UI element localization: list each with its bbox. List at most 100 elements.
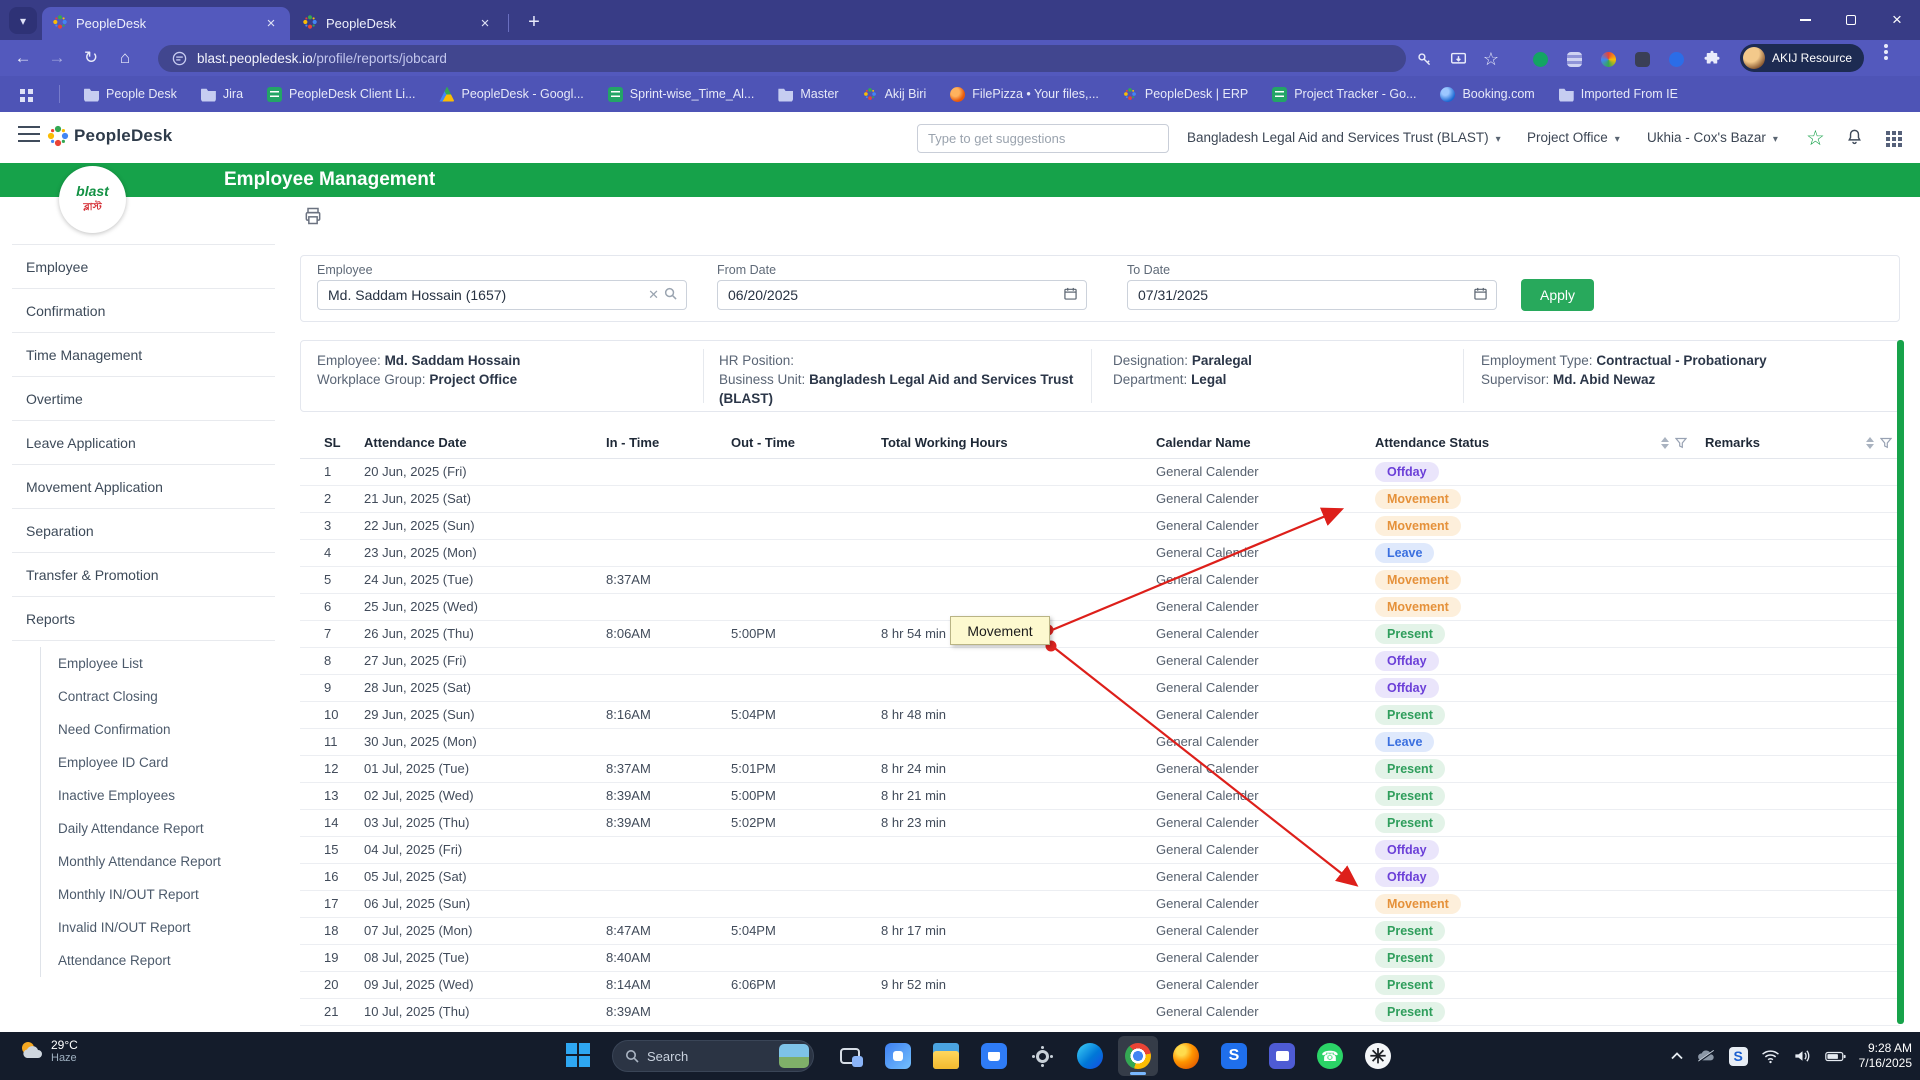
browser-tab-1[interactable]: PeopleDesk × [42, 7, 290, 40]
bookmark-item[interactable]: PeopleDesk Client Li... [267, 87, 415, 102]
bookmark-item[interactable]: People Desk [84, 87, 177, 102]
search-icon[interactable] [664, 287, 677, 303]
bookmark-item[interactable]: Master [778, 87, 838, 102]
sidebar-subitem-employee-list[interactable]: Employee List [41, 647, 275, 680]
sidebar-item-time-management[interactable]: Time Management [12, 333, 275, 377]
bookmark-item[interactable]: PeopleDesk - Googl... [439, 87, 583, 102]
tab-close-icon[interactable]: × [476, 15, 494, 33]
sidebar-subitem-inactive-employees[interactable]: Inactive Employees [41, 779, 275, 812]
file-explorer-icon[interactable] [926, 1036, 966, 1076]
extension-icon[interactable] [1562, 47, 1586, 71]
whatsapp-icon[interactable]: ☎ [1310, 1036, 1350, 1076]
search-highlight-image[interactable] [779, 1044, 809, 1068]
edge-icon[interactable] [1070, 1036, 1110, 1076]
sidebar-item-separation[interactable]: Separation [12, 509, 275, 553]
clear-icon[interactable]: ✕ [648, 287, 659, 303]
sidebar-item-leave-application[interactable]: Leave Application [12, 421, 275, 465]
bookmark-item[interactable]: Akij Biri [863, 87, 927, 102]
favorites-star-icon[interactable]: ☆ [1806, 126, 1825, 151]
sort-icon[interactable] [1661, 437, 1669, 449]
window-maximize-button[interactable] [1828, 0, 1874, 40]
apps-grid-icon[interactable] [20, 89, 25, 94]
back-icon[interactable]: ← [6, 48, 40, 68]
address-bar[interactable]: blast.peopledesk.io/profile/reports/jobc… [158, 45, 1406, 72]
sidebar-subitem-daily-attendance-report[interactable]: Daily Attendance Report [41, 812, 275, 845]
notifications-bell-icon[interactable] [1845, 128, 1864, 152]
password-key-icon[interactable] [1412, 47, 1436, 71]
sidebar-item-transfer-promotion[interactable]: Transfer & Promotion [12, 553, 275, 597]
bookmark-item[interactable]: Project Tracker - Go... [1272, 87, 1416, 102]
chatgpt-icon[interactable]: ✳ [1358, 1036, 1398, 1076]
widgets-icon[interactable] [878, 1036, 918, 1076]
sidebar-subitem-monthly-attendance-report[interactable]: Monthly Attendance Report [41, 845, 275, 878]
new-tab-button[interactable]: + [520, 9, 548, 37]
bookmark-item[interactable]: FilePizza • Your files,... [950, 87, 1099, 102]
suggestions-search-input[interactable] [917, 124, 1169, 153]
sort-icon[interactable] [1866, 437, 1874, 449]
extension-icon[interactable] [1528, 47, 1552, 71]
extensions-puzzle-icon[interactable] [1700, 47, 1724, 71]
sidebar-subitem-monthly-in-out-report[interactable]: Monthly IN/OUT Report [41, 878, 275, 911]
bookmark-item[interactable]: PeopleDesk | ERP [1123, 87, 1248, 102]
browser-menu-kebab-icon[interactable] [1884, 50, 1888, 54]
window-minimize-button[interactable] [1782, 0, 1828, 40]
taskbar-search[interactable]: Search [612, 1040, 814, 1072]
task-view-icon[interactable] [830, 1036, 870, 1076]
extension-icon[interactable] [1664, 47, 1688, 71]
apply-button[interactable]: Apply [1521, 279, 1594, 311]
hamburger-menu-icon[interactable] [18, 133, 40, 135]
window-close-button[interactable]: × [1874, 0, 1920, 40]
sidebar-item-confirmation[interactable]: Confirmation [12, 289, 275, 333]
home-icon[interactable]: ⌂ [108, 48, 142, 68]
browser-profile-button[interactable]: AKIJ Resource [1740, 44, 1864, 72]
extension-icon[interactable] [1596, 47, 1620, 71]
bookmark-star-icon[interactable]: ☆ [1479, 47, 1503, 71]
sidebar-subitem-invalid-in-out-report[interactable]: Invalid IN/OUT Report [41, 911, 275, 944]
location-dropdown[interactable]: Ukhia - Cox's Bazar▾ [1647, 130, 1778, 145]
bookmark-item[interactable]: Sprint-wise_Time_Al... [608, 87, 755, 102]
install-app-icon[interactable] [1446, 47, 1470, 71]
sidebar-subitem-need-confirmation[interactable]: Need Confirmation [41, 713, 275, 746]
from-date-input[interactable] [717, 280, 1087, 310]
sidebar-item-reports[interactable]: Reports [12, 597, 275, 641]
forward-icon[interactable]: → [40, 48, 74, 68]
bookmark-item[interactable]: Jira [201, 87, 243, 102]
s-app-tray-icon[interactable]: S [1729, 1047, 1748, 1066]
sidebar-item-movement-application[interactable]: Movement Application [12, 465, 275, 509]
filter-funnel-icon[interactable] [1675, 437, 1687, 449]
volume-icon[interactable] [1793, 1048, 1812, 1064]
taskbar-clock[interactable]: 9:28 AM 7/16/2025 [1859, 1041, 1912, 1071]
microsoft-store-icon[interactable] [974, 1036, 1014, 1076]
tab-search-button[interactable]: ▾ [9, 7, 37, 34]
to-date-input[interactable] [1127, 280, 1497, 310]
firefox-icon[interactable] [1166, 1036, 1206, 1076]
bookmark-item[interactable]: Imported From IE [1559, 87, 1678, 102]
browser-tab-2[interactable]: PeopleDesk × [292, 7, 504, 40]
wifi-icon[interactable] [1761, 1049, 1780, 1064]
sidebar-item-employee[interactable]: Employee [12, 245, 275, 289]
settings-icon[interactable] [1022, 1036, 1062, 1076]
extension-icon[interactable] [1630, 47, 1654, 71]
filter-funnel-icon[interactable] [1880, 437, 1892, 449]
print-icon[interactable] [303, 206, 325, 228]
onedrive-paused-icon[interactable] [1696, 1049, 1716, 1064]
calendar-icon[interactable] [1474, 287, 1487, 303]
sidebar-item-overtime[interactable]: Overtime [12, 377, 275, 421]
apps-grid-icon[interactable] [1886, 131, 1890, 135]
bookmark-item[interactable]: Booking.com [1440, 87, 1534, 102]
sidebar-subitem-attendance-report[interactable]: Attendance Report [41, 944, 275, 977]
sidebar-subitem-employee-id-card[interactable]: Employee ID Card [41, 746, 275, 779]
calendar-icon[interactable] [1064, 287, 1077, 303]
tray-chevron-up-icon[interactable] [1671, 1052, 1683, 1060]
page-scrollbar[interactable] [1897, 340, 1904, 1024]
site-settings-icon[interactable] [172, 51, 187, 66]
employee-input[interactable] [317, 280, 687, 310]
company-dropdown[interactable]: Bangladesh Legal Aid and Services Trust … [1187, 130, 1501, 145]
s-app-icon[interactable]: S [1214, 1036, 1254, 1076]
reload-icon[interactable]: ↻ [74, 48, 108, 68]
windows-start-button[interactable] [566, 1043, 577, 1054]
workplace-dropdown[interactable]: Project Office▾ [1527, 130, 1620, 145]
battery-icon[interactable] [1825, 1050, 1846, 1063]
teams-icon[interactable] [1262, 1036, 1302, 1076]
sidebar-subitem-contract-closing[interactable]: Contract Closing [41, 680, 275, 713]
